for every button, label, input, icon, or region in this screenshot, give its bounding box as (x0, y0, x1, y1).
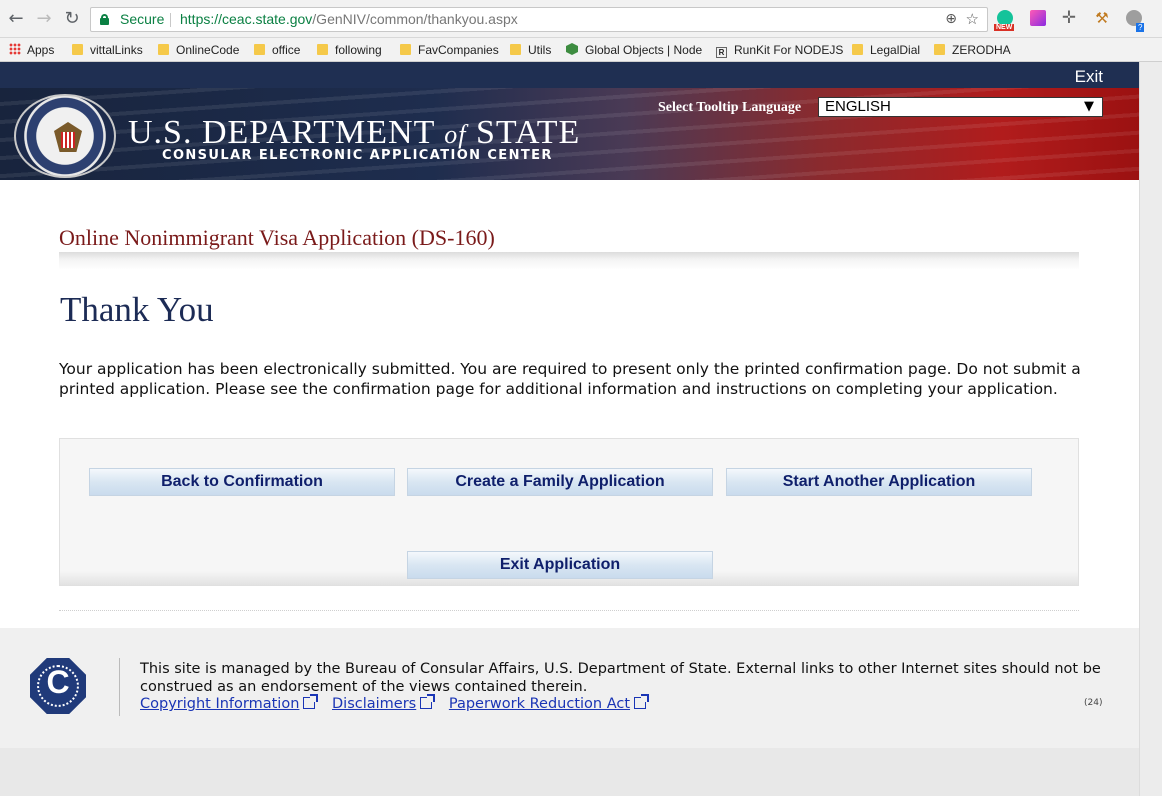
bookmark-favcompanies[interactable]: FavCompanies (400, 42, 499, 58)
folder-icon (72, 44, 83, 55)
folder-icon (934, 44, 945, 55)
secure-label: Secure (120, 11, 165, 27)
folder-icon (852, 44, 863, 55)
bookmark-apps[interactable]: Apps (9, 42, 54, 58)
department-seal-icon (14, 94, 116, 178)
create-family-application-button[interactable]: Create a Family Application (407, 468, 713, 496)
runkit-icon: R (716, 47, 727, 58)
bookmark-vittallinks[interactable]: vittalLinks (72, 42, 143, 58)
submission-message: Your application has been electronically… (59, 360, 1081, 398)
footer-links: Copyright Information Disclaimers Paperw… (140, 694, 658, 712)
browser-toolbar: ← → ↻ Secure https://ceac.state.gov/GenN… (0, 0, 1162, 38)
bookmark-legaldial[interactable]: LegalDial (852, 42, 920, 58)
external-link-icon (634, 694, 650, 709)
forward-arrow-icon[interactable]: → (34, 9, 54, 29)
new-badge: NEW (994, 24, 1015, 31)
address-bar[interactable]: Secure https://ceac.state.gov/GenNIV/com… (90, 7, 988, 32)
back-to-confirmation-button[interactable]: Back to Confirmation (89, 468, 395, 496)
hammer-extension-icon[interactable]: ⚒ (1094, 10, 1110, 26)
dropdown-arrow-icon: ▼ (1084, 99, 1094, 114)
folder-icon (400, 44, 411, 55)
header-bar: Exit (0, 62, 1139, 88)
back-arrow-icon[interactable]: ← (6, 9, 26, 29)
start-another-application-button[interactable]: Start Another Application (726, 468, 1032, 496)
extension-count-badge: ? (1136, 23, 1145, 32)
external-link-icon (303, 694, 319, 709)
gradient-extension-icon[interactable] (1030, 10, 1046, 26)
folder-icon (158, 44, 169, 55)
bookmark-office[interactable]: office (254, 42, 300, 58)
disclaimers-link[interactable]: Disclaimers (332, 694, 436, 712)
apps-grid-icon (9, 43, 21, 55)
bookmarks-bar: Apps vittalLinks OnlineCode office follo… (0, 38, 1162, 62)
page-title: Thank You (60, 290, 214, 329)
page-scrollbar[interactable] (1139, 62, 1162, 796)
url-text: https://ceac.state.gov/GenNIV/common/tha… (180, 11, 518, 27)
version-number: (24) (1084, 698, 1103, 708)
bookmark-utils[interactable]: Utils (510, 42, 551, 58)
action-button-panel: Back to Confirmation Create a Family App… (59, 438, 1079, 586)
bookmark-global-objects[interactable]: Global Objects | Node (566, 42, 702, 58)
bookmark-zerodha[interactable]: ZERODHA (934, 42, 1011, 58)
external-link-icon (420, 694, 436, 709)
move-extension-icon[interactable]: ✛ (1061, 10, 1077, 27)
tooltip-language-select[interactable]: ENGLISH ▼ (818, 97, 1103, 117)
bookmark-following[interactable]: following (317, 42, 382, 58)
reload-icon[interactable]: ↻ (62, 9, 82, 29)
footer-disclaimer-text: This site is managed by the Bureau of Co… (140, 661, 1101, 695)
application-title: Online Nonimmigrant Visa Application (DS… (59, 225, 495, 250)
dos-banner: U.S. DEPARTMENT of STATE CONSULAR ELECTR… (0, 88, 1139, 180)
ceac-subtitle: CONSULAR ELECTRONIC APPLICATION CENTER (162, 148, 553, 163)
nodejs-icon (566, 43, 578, 55)
bookmark-star-icon[interactable]: ☆ (966, 8, 979, 31)
tooltip-language-label: Select Tooltip Language (658, 100, 802, 115)
lock-icon (100, 14, 109, 25)
consular-affairs-logo-icon: C (30, 658, 86, 714)
footer: C This site is managed by the Bureau of … (0, 628, 1139, 748)
folder-icon (510, 44, 521, 55)
content-divider (59, 610, 1079, 611)
exit-link[interactable]: Exit (1075, 67, 1103, 87)
folder-icon (317, 44, 328, 55)
page-content: Exit U.S. DEPARTMENT of STATE CONSULAR E… (0, 62, 1139, 796)
zoom-icon[interactable]: ⊕ (945, 8, 957, 31)
title-divider (59, 252, 1079, 270)
folder-icon (254, 44, 265, 55)
bookmark-onlinecode[interactable]: OnlineCode (158, 42, 239, 58)
department-title: U.S. DEPARTMENT of STATE (128, 114, 581, 151)
paperwork-reduction-act-link[interactable]: Paperwork Reduction Act (449, 694, 650, 712)
exit-application-button[interactable]: Exit Application (407, 551, 713, 579)
copyright-information-link[interactable]: Copyright Information (140, 694, 319, 712)
bookmark-runkit[interactable]: R RunKit For NODEJS (716, 42, 843, 58)
